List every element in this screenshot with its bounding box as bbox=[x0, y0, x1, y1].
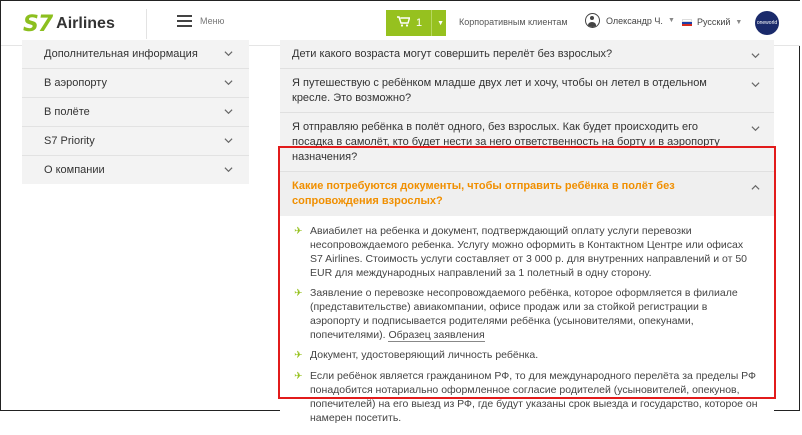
user-icon bbox=[585, 13, 600, 28]
sidebar-item-label: Дополнительная информация bbox=[44, 48, 198, 60]
sidebar-item-in-flight[interactable]: В полёте bbox=[22, 98, 249, 127]
answer-text: Документ, удостоверяющий личность ребёнк… bbox=[310, 349, 539, 361]
plane-bullet-icon: ✈ bbox=[294, 350, 303, 361]
sidebar-item-label: S7 Priority bbox=[44, 135, 95, 147]
sidebar-item-label: О компании bbox=[44, 164, 105, 176]
answer-text: Если ребёнок является гражданином РФ, то… bbox=[310, 370, 758, 424]
cart-button[interactable]: 1 ▼ bbox=[386, 10, 446, 36]
s7-logo[interactable]: S7 Airlines bbox=[23, 11, 115, 37]
sidebar-item-label: В полёте bbox=[44, 106, 90, 118]
language-selector[interactable]: Русский ▼ bbox=[682, 17, 742, 27]
logo-mark: S7 bbox=[23, 11, 53, 37]
sidebar-item-additional-info[interactable]: Дополнительная информация bbox=[22, 40, 249, 69]
faq-question-open[interactable]: Какие потребуются документы, чтобы отпра… bbox=[280, 172, 774, 216]
cart-icon bbox=[397, 16, 411, 30]
faq-question-text: Я путешествую с ребёнком младше двух лет… bbox=[292, 77, 707, 104]
faq-question[interactable]: Я путешествую с ребёнком младше двух лет… bbox=[280, 69, 774, 113]
caret-down-icon[interactable]: ▼ bbox=[437, 20, 444, 27]
language-label: Русский bbox=[697, 17, 731, 27]
russia-flag-icon bbox=[682, 18, 692, 26]
chevron-down-icon bbox=[751, 82, 760, 88]
oneworld-logo[interactable]: oneworld bbox=[755, 11, 779, 35]
user-name: Олександр Ч. bbox=[606, 15, 663, 26]
answer-text: Заявление о перевозке несопровождаемого … bbox=[310, 287, 738, 341]
corporate-clients-link[interactable]: Корпоративным клиентам bbox=[459, 17, 568, 27]
faq-question-text: Какие потребуются документы, чтобы отпра… bbox=[292, 180, 675, 207]
header-divider bbox=[146, 9, 147, 39]
chevron-down-icon bbox=[224, 80, 233, 86]
faq-question-text: Я отправляю ребёнка в полёт одного, без … bbox=[292, 121, 720, 163]
cart-count: 1 bbox=[416, 17, 423, 29]
answer-list-item: ✈ Документ, удостоверяющий личность ребё… bbox=[294, 348, 758, 363]
chevron-down-icon bbox=[224, 167, 233, 173]
chevron-down-icon bbox=[224, 109, 233, 115]
sidebar-item-about[interactable]: О компании bbox=[22, 156, 249, 184]
hamburger-icon bbox=[177, 15, 192, 27]
chevron-down-icon bbox=[224, 138, 233, 144]
sample-form-link[interactable]: Образец заявления bbox=[388, 329, 485, 342]
faq-accordion: Дети какого возраста могут совершить пер… bbox=[280, 40, 774, 435]
chevron-down-icon bbox=[224, 51, 233, 57]
answer-text: Авиабилет на ребенка и документ, подтвер… bbox=[310, 225, 748, 279]
caret-down-icon: ▼ bbox=[667, 17, 675, 24]
plane-bullet-icon: ✈ bbox=[294, 288, 303, 299]
chevron-down-icon bbox=[751, 126, 760, 132]
menu-button[interactable]: Меню bbox=[177, 15, 224, 27]
caret-down-icon: ▼ bbox=[735, 18, 743, 26]
plane-bullet-icon: ✈ bbox=[294, 226, 303, 237]
faq-question[interactable]: Я отправляю ребёнка в полёт одного, без … bbox=[280, 113, 774, 172]
logo-text: Airlines bbox=[56, 15, 115, 32]
faq-answer: ✈ Авиабилет на ребенка и документ, подтв… bbox=[280, 216, 774, 435]
faq-question-text: Дети какого возраста могут совершить пер… bbox=[292, 48, 613, 60]
answer-list-item: ✈ Авиабилет на ребенка и документ, подтв… bbox=[294, 224, 758, 280]
faq-question[interactable]: Дети какого возраста могут совершить пер… bbox=[280, 40, 774, 69]
sidebar-nav: Дополнительная информация В аэропорту В … bbox=[22, 40, 249, 184]
chevron-up-icon bbox=[751, 184, 760, 190]
sidebar-item-airport[interactable]: В аэропорту bbox=[22, 69, 249, 98]
answer-text-wrapper: Заявление о перевозке несопровождаемого … bbox=[310, 286, 758, 342]
cart-divider bbox=[431, 10, 433, 36]
plane-bullet-icon: ✈ bbox=[294, 371, 303, 382]
menu-label: Меню bbox=[200, 16, 225, 26]
sidebar-item-label: В аэропорту bbox=[44, 77, 107, 89]
user-menu[interactable]: Олександр Ч. ▼ bbox=[585, 13, 675, 28]
chevron-down-icon bbox=[751, 53, 760, 59]
sidebar-item-s7-priority[interactable]: S7 Priority bbox=[22, 127, 249, 156]
answer-list-item: ✈ Если ребёнок является гражданином РФ, … bbox=[294, 369, 758, 425]
answer-list-item: ✈ Заявление о перевозке несопровождаемог… bbox=[294, 286, 758, 342]
